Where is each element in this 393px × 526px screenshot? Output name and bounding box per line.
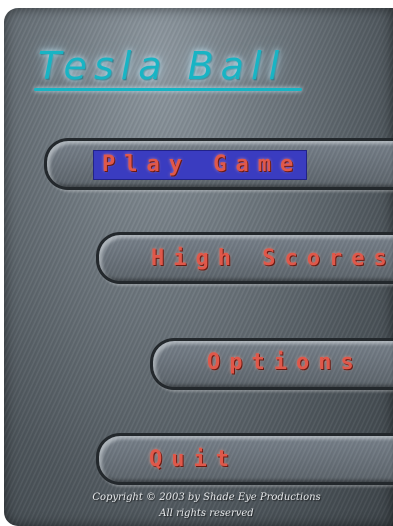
high-scores-label: High Scores	[151, 246, 393, 271]
copyright-line: Copyright © 2003 by Shade Eye Production…	[92, 492, 321, 503]
game-screen: Tesla Ball Play Game High Scores Options…	[4, 8, 393, 526]
copyright-notice: Copyright © 2003 by Shade Eye Production…	[4, 490, 393, 522]
high-scores-button[interactable]: High Scores	[96, 232, 393, 284]
title-underline	[34, 88, 302, 91]
play-game-label: Play Game	[93, 150, 308, 180]
game-title: Tesla Ball	[38, 44, 287, 88]
rights-line: All rights reserved	[159, 508, 254, 519]
options-label: Options	[207, 350, 363, 375]
options-button[interactable]: Options	[150, 338, 393, 390]
quit-label: Quit	[149, 447, 238, 472]
quit-button[interactable]: Quit	[96, 433, 393, 485]
play-game-button[interactable]: Play Game	[44, 138, 393, 190]
